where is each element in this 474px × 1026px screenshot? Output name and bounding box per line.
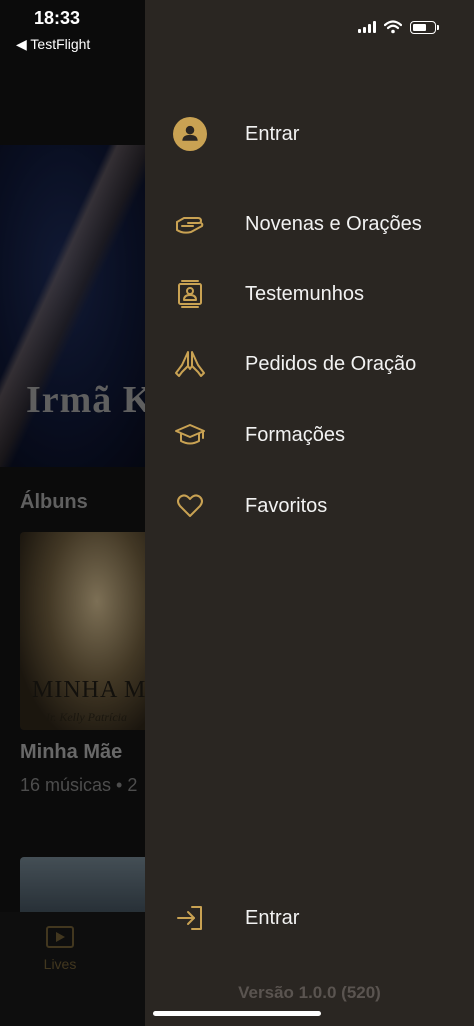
- back-to-testflight[interactable]: ◀ TestFlight: [16, 36, 90, 53]
- graduation-cap-icon: [173, 418, 207, 452]
- drawer-login-bottom[interactable]: Entrar: [145, 890, 474, 946]
- status-time: 18:33: [34, 8, 81, 28]
- battery-icon: [410, 20, 439, 34]
- offering-hands-icon: [173, 207, 207, 241]
- app-version: Versão 1.0.0 (520): [238, 983, 381, 1002]
- login-arrow-icon: [173, 901, 207, 935]
- drawer-item-testemunhos[interactable]: Testemunhos: [145, 266, 474, 322]
- drawer-item-novenas[interactable]: Novenas e Orações: [145, 196, 474, 252]
- drawer-login-top[interactable]: Entrar: [145, 106, 474, 162]
- drawer-item-formacoes-label: Formações: [245, 423, 346, 446]
- drawer-item-favoritos-label: Favoritos: [245, 494, 328, 517]
- drawer-item-novenas-label: Novenas e Orações: [245, 212, 422, 235]
- drawer-item-favoritos[interactable]: Favoritos: [145, 478, 474, 534]
- drawer-item-formacoes[interactable]: Formações: [145, 407, 474, 463]
- testimony-contact-icon: [173, 277, 207, 311]
- praying-hands-icon: [173, 347, 207, 381]
- drawer-login-bottom-label: Entrar: [245, 906, 300, 929]
- side-drawer: Entrar Novenas e Orações Testemunhos Ped…: [145, 0, 474, 1026]
- drawer-item-pedidos-label: Pedidos de Oração: [245, 352, 417, 375]
- cellular-signal-icon: [358, 21, 376, 33]
- status-icons: [358, 20, 439, 34]
- wifi-icon: [384, 20, 402, 34]
- drawer-item-testemunhos-label: Testemunhos: [245, 282, 364, 305]
- heart-icon: [173, 489, 207, 523]
- user-avatar-icon: [173, 117, 207, 151]
- drawer-login-top-label: Entrar: [245, 122, 300, 145]
- drawer-item-pedidos[interactable]: Pedidos de Oração: [145, 336, 474, 392]
- home-indicator[interactable]: [153, 1011, 321, 1016]
